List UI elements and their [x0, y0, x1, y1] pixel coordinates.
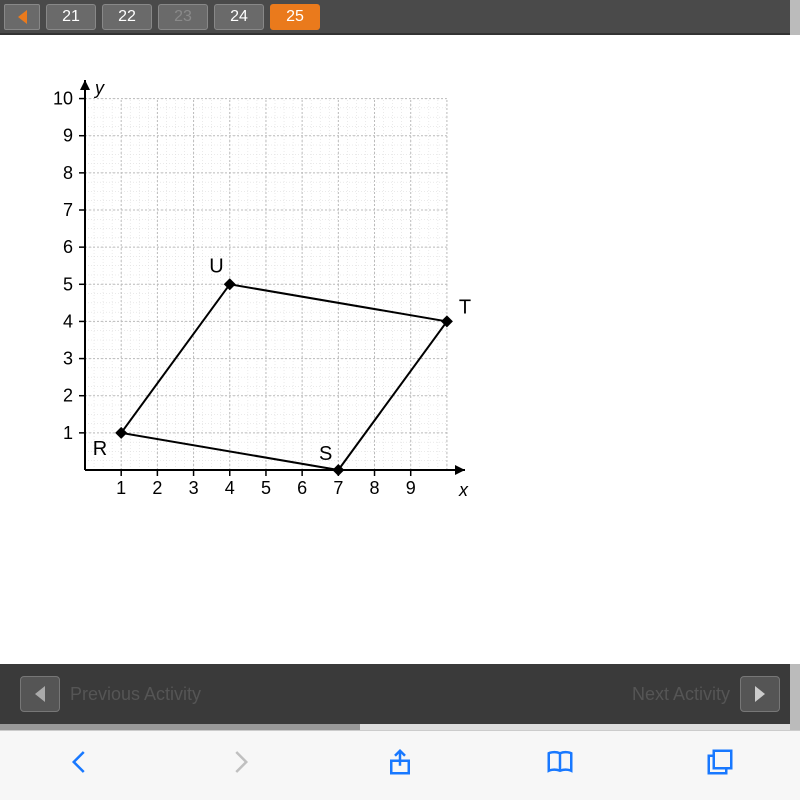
svg-text:8: 8 [370, 478, 380, 498]
svg-text:R: R [93, 438, 107, 460]
right-triangle-icon [755, 686, 765, 702]
browser-forward-button[interactable] [220, 747, 260, 785]
horizontal-scrollbar[interactable] [0, 724, 800, 730]
chart-container: 1 2 3 4 5 6 7 8 9 1 2 3 4 5 6 7 8 9 10 x y R S T U [0, 35, 800, 664]
svg-text:x: x [458, 480, 469, 500]
page-24-button[interactable]: 24 [214, 4, 264, 30]
svg-text:3: 3 [189, 478, 199, 498]
page-23-button[interactable]: 23 [158, 4, 208, 30]
svg-text:U: U [209, 255, 223, 277]
previous-activity-button[interactable] [20, 676, 60, 712]
svg-text:10: 10 [53, 89, 73, 109]
svg-text:7: 7 [63, 200, 73, 220]
book-icon [545, 747, 575, 777]
svg-text:y: y [93, 78, 105, 98]
svg-text:1: 1 [63, 423, 73, 443]
svg-text:4: 4 [63, 311, 73, 331]
svg-text:4: 4 [225, 478, 235, 498]
browser-back-button[interactable] [60, 747, 100, 785]
svg-text:9: 9 [406, 478, 416, 498]
tabs-icon [705, 747, 735, 777]
svg-text:2: 2 [152, 478, 162, 498]
browser-tabs-button[interactable] [700, 747, 740, 785]
browser-share-button[interactable] [380, 747, 420, 785]
nav-prev-button[interactable] [4, 4, 40, 30]
left-triangle-icon [35, 686, 45, 702]
next-activity-button[interactable] [740, 676, 780, 712]
activity-nav-bar: Previous Activity Next Activity [0, 664, 800, 724]
page-22-button[interactable]: 22 [102, 4, 152, 30]
svg-text:9: 9 [63, 126, 73, 146]
browser-bookmarks-button[interactable] [540, 747, 580, 785]
svg-text:5: 5 [63, 274, 73, 294]
chevron-right-icon [225, 747, 255, 777]
page-21-button[interactable]: 21 [46, 4, 96, 30]
next-activity-label: Next Activity [632, 684, 730, 705]
coordinate-grid-chart: 1 2 3 4 5 6 7 8 9 1 2 3 4 5 6 7 8 9 10 x y R S T U [30, 65, 490, 525]
question-nav-bar: 21 22 23 24 25 [0, 0, 800, 35]
svg-text:6: 6 [297, 478, 307, 498]
svg-text:7: 7 [333, 478, 343, 498]
svg-text:5: 5 [261, 478, 271, 498]
svg-text:T: T [459, 296, 471, 318]
share-icon [385, 747, 415, 777]
chevron-left-icon [65, 747, 95, 777]
svg-text:1: 1 [116, 478, 126, 498]
svg-text:2: 2 [63, 386, 73, 406]
svg-text:6: 6 [63, 237, 73, 257]
svg-text:8: 8 [63, 163, 73, 183]
svg-text:S: S [319, 443, 332, 465]
page-25-button[interactable]: 25 [270, 4, 320, 30]
browser-toolbar [0, 730, 800, 800]
svg-text:3: 3 [63, 349, 73, 369]
previous-activity-label: Previous Activity [70, 684, 201, 705]
left-triangle-icon [18, 10, 27, 24]
